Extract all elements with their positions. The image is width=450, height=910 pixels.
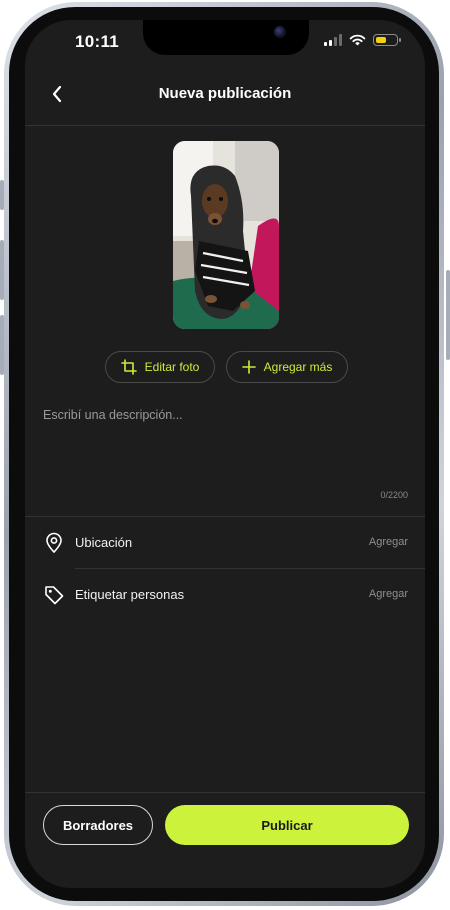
edit-photo-label: Editar foto bbox=[144, 360, 200, 374]
add-more-button[interactable]: Agregar más bbox=[226, 351, 348, 383]
tag-people-label: Etiquetar personas bbox=[75, 587, 185, 602]
drafts-button[interactable]: Borradores bbox=[43, 805, 153, 845]
signal-icon bbox=[324, 34, 342, 46]
dog-photo-image bbox=[173, 141, 279, 329]
footer-bar: Borradores Publicar bbox=[25, 792, 425, 888]
app-screen: 10:11 Nueva publicación Editar foto Agre… bbox=[25, 20, 425, 888]
location-label: Ubicación bbox=[75, 535, 133, 550]
description-placeholder: Escribí una descripción... bbox=[43, 408, 183, 422]
tag-icon bbox=[45, 586, 64, 605]
notch bbox=[143, 20, 309, 55]
header: Nueva publicación bbox=[25, 74, 425, 114]
wifi-icon bbox=[349, 34, 366, 46]
status-icons bbox=[324, 34, 401, 46]
battery-level bbox=[376, 36, 386, 43]
header-divider bbox=[25, 125, 425, 126]
power-button bbox=[446, 270, 450, 360]
location-add-link[interactable]: Agregar bbox=[369, 536, 408, 548]
volume-down-button bbox=[0, 315, 4, 375]
crop-icon bbox=[120, 359, 137, 375]
description-input[interactable]: Escribí una descripción... bbox=[43, 408, 407, 488]
publish-button[interactable]: Publicar bbox=[165, 805, 409, 845]
location-row[interactable]: Ubicación Agregar bbox=[25, 518, 425, 568]
post-photo[interactable] bbox=[173, 141, 279, 329]
tag-people-add-link[interactable]: Agregar bbox=[369, 588, 408, 600]
page-title: Nueva publicación bbox=[158, 85, 292, 102]
character-counter: 0/2200 bbox=[380, 490, 408, 500]
edit-photo-button[interactable]: Editar foto bbox=[105, 351, 215, 383]
options-divider bbox=[75, 568, 425, 569]
description-divider bbox=[25, 516, 425, 517]
add-more-label: Agregar más bbox=[263, 360, 333, 374]
battery-icon bbox=[373, 34, 401, 46]
volume-up-button bbox=[0, 240, 4, 300]
status-time: 10:11 bbox=[75, 32, 120, 51]
front-camera-icon bbox=[274, 26, 286, 38]
plus-icon bbox=[241, 360, 256, 374]
location-pin-icon bbox=[46, 532, 62, 553]
mute-switch bbox=[0, 180, 4, 210]
tag-people-row[interactable]: Etiquetar personas Agregar bbox=[25, 570, 425, 620]
